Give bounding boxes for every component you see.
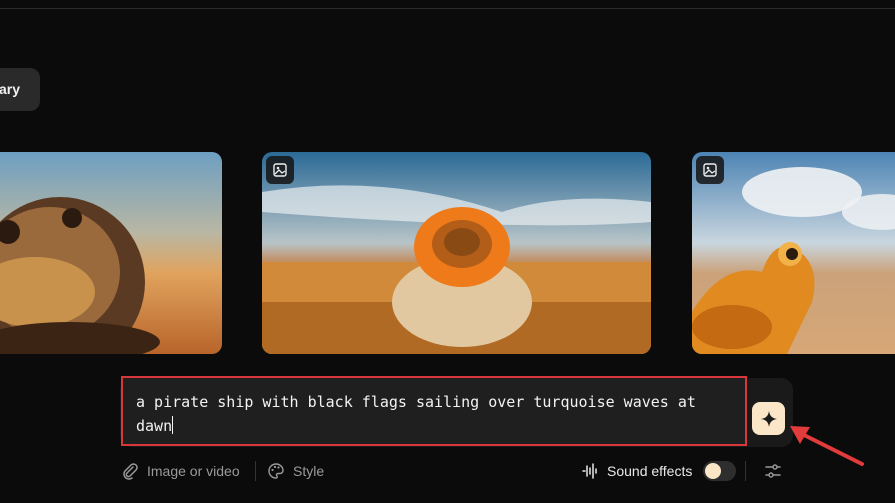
annotation-arrow-icon xyxy=(790,426,864,466)
gallery-item-frog[interactable] xyxy=(692,152,895,354)
toggle-knob xyxy=(705,463,721,479)
settings-button[interactable] xyxy=(764,460,782,482)
generate-button[interactable] xyxy=(752,402,785,435)
image-badge-icon xyxy=(696,156,724,184)
toolbar-divider xyxy=(255,461,256,481)
frog-image xyxy=(692,152,895,354)
sound-effects-control: Sound effects xyxy=(581,460,692,482)
sliders-icon xyxy=(765,464,781,478)
sparkle-icon xyxy=(760,410,777,427)
sound-effects-toggle[interactable] xyxy=(703,461,736,481)
gallery-item-toad[interactable] xyxy=(0,152,222,354)
toad-image xyxy=(0,152,222,354)
top-divider xyxy=(0,8,895,9)
text-caret xyxy=(172,416,174,434)
palette-icon xyxy=(268,463,284,479)
sound-wave-icon xyxy=(582,463,597,479)
attach-media-label: Image or video xyxy=(147,463,240,479)
paperclip-icon xyxy=(123,463,138,480)
flower-image xyxy=(262,152,651,354)
library-label: ary xyxy=(0,81,20,97)
prompt-input[interactable]: a pirate ship with black flags sailing o… xyxy=(136,390,736,438)
prompt-value: a pirate ship with black flags sailing o… xyxy=(136,393,696,435)
style-button[interactable]: Style xyxy=(267,460,324,482)
gallery-item-flower[interactable] xyxy=(262,152,651,354)
image-badge-icon xyxy=(266,156,294,184)
style-label: Style xyxy=(293,463,325,479)
library-button[interactable]: ary xyxy=(0,68,40,111)
toolbar-divider xyxy=(745,461,746,481)
attach-media-button[interactable]: Image or video xyxy=(121,460,240,482)
sound-effects-label: Sound effects xyxy=(607,463,693,479)
